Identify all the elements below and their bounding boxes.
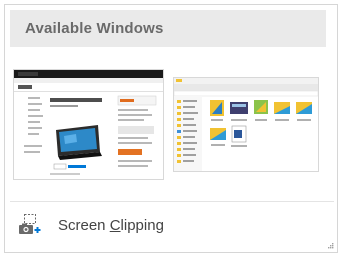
- browser-window-thumbnail[interactable]: [13, 69, 164, 180]
- panel-divider: [10, 201, 334, 202]
- browser-window-preview-image: [14, 70, 163, 175]
- screen-clipping-button[interactable]: Screen Clipping: [10, 207, 310, 243]
- screen-clipping-label: Screen Clipping: [58, 216, 164, 234]
- file-explorer-preview-image: [174, 78, 318, 171]
- camera-plus-icon: [19, 214, 41, 234]
- resize-grip-icon[interactable]: [327, 242, 334, 249]
- available-windows-panel: Available Windows Screen Clipping: [4, 4, 338, 253]
- header-title: Available Windows: [25, 20, 164, 37]
- file-explorer-window-thumbnail[interactable]: [173, 77, 319, 172]
- panel-header: Available Windows: [10, 10, 326, 47]
